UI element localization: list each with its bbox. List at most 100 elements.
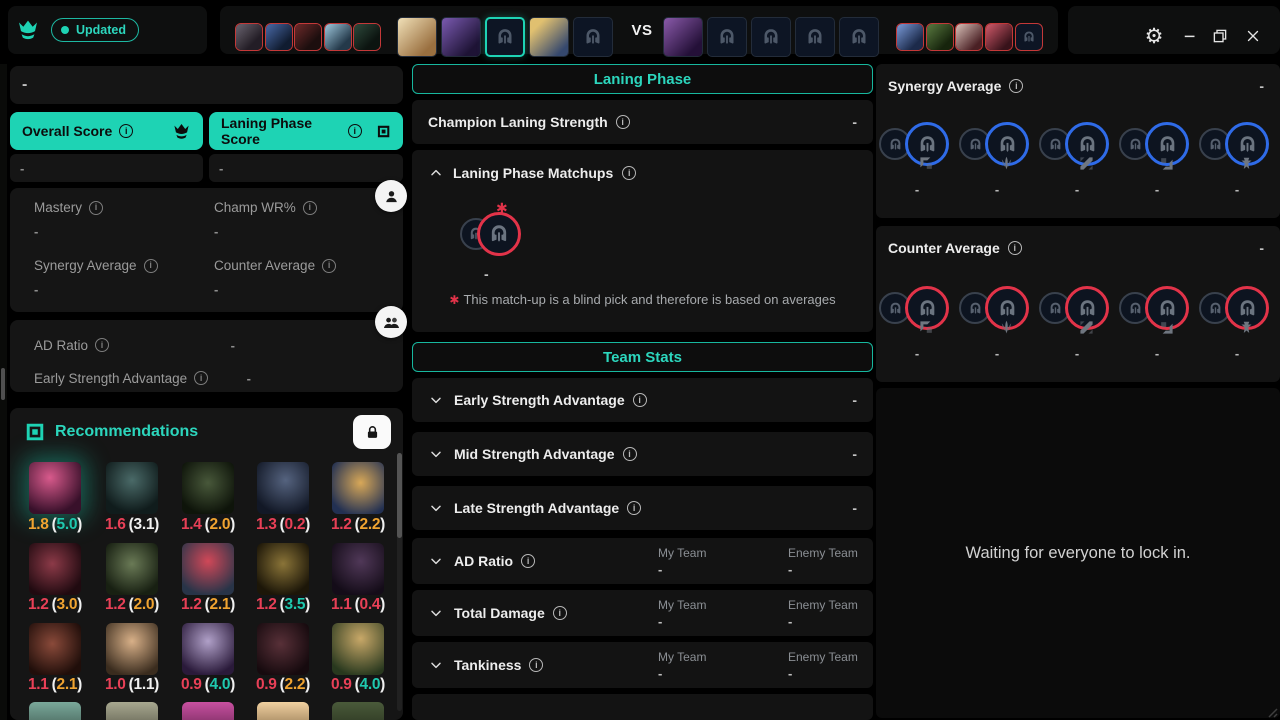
helmet-placeholder-icon — [997, 298, 1018, 319]
recommendation-champion-tile[interactable] — [29, 543, 81, 595]
my-ban-slot-1 — [235, 23, 263, 51]
laning-phase-matchups-header[interactable]: Laning Phase Matchups — [428, 165, 636, 181]
info-icon[interactable] — [633, 393, 647, 407]
recommendation-champion-tile[interactable] — [257, 702, 309, 720]
counter-slot-value: - — [1119, 346, 1195, 361]
enemy-ban-slot-4 — [985, 23, 1013, 51]
close-button[interactable] — [1237, 20, 1269, 52]
info-icon[interactable] — [119, 124, 133, 138]
recommendation-champion-tile[interactable] — [182, 462, 234, 514]
late-strength-advantage-row[interactable]: Late Strength Advantage - — [412, 486, 873, 530]
recommendations-scrollbar-thumb[interactable] — [397, 453, 402, 538]
window-resize-grip[interactable] — [1264, 704, 1278, 718]
recommendation-champion-tile[interactable] — [182, 543, 234, 595]
my-pick-slot-5 — [573, 17, 613, 57]
recommendation-champion-tile[interactable] — [332, 623, 384, 675]
synergy-slot-value: - — [1199, 182, 1275, 197]
recommendation-champion-tile[interactable] — [332, 462, 384, 514]
recommendation-champion-tile[interactable] — [257, 623, 309, 675]
stat-champ-wr: Champ WR% - — [214, 200, 384, 239]
team-ratio-card: AD Ratio - Early Strength Advantage - — [10, 320, 403, 392]
counter-avg-label: Counter Average — [214, 258, 315, 273]
info-icon[interactable] — [144, 259, 158, 273]
status-badge: Updated — [51, 18, 139, 42]
info-icon[interactable] — [616, 115, 630, 129]
lock-recommendations-button[interactable] — [353, 415, 391, 449]
restore-window-button[interactable] — [1204, 20, 1236, 52]
ban-champion-portrait — [266, 24, 292, 50]
tankiness-team-row[interactable]: Tankiness My Team- Enemy Team- — [412, 642, 873, 688]
info-icon[interactable] — [1009, 79, 1023, 93]
my-pick-slot-1 — [397, 17, 437, 57]
recommendation-score: 0.9(4.0) — [320, 676, 396, 694]
helmet-placeholder-icon — [1237, 134, 1258, 155]
info-icon[interactable] — [529, 658, 543, 672]
synergy-slot-jungle: - — [959, 120, 1035, 197]
info-icon[interactable] — [89, 201, 103, 215]
info-icon[interactable] — [322, 259, 336, 273]
role-jungle-icon — [999, 156, 1014, 171]
recommendation-champion-tile[interactable] — [106, 462, 158, 514]
info-icon[interactable] — [622, 166, 636, 180]
info-icon[interactable] — [627, 501, 641, 515]
helmet-placeholder-icon — [1048, 137, 1063, 152]
info-icon[interactable] — [194, 371, 208, 385]
ban-champion-portrait — [354, 24, 380, 50]
tankiness-label: Tankiness — [454, 657, 521, 673]
late-strength-advantage-label: Late Strength Advantage — [454, 500, 619, 516]
total-damage-team-row[interactable]: Total Damage My Team- Enemy Team- — [412, 590, 873, 636]
info-icon[interactable] — [623, 447, 637, 461]
minimize-button[interactable] — [1174, 20, 1206, 52]
info-icon[interactable] — [1008, 241, 1022, 255]
champion-laning-strength-label: Champion Laning Strength — [428, 114, 608, 130]
recommendation-champion-tile[interactable] — [332, 702, 384, 720]
recommendation-champion-tile[interactable] — [29, 702, 81, 720]
recommendation-champion-tile[interactable] — [106, 543, 158, 595]
recommendation-champion-tile[interactable] — [106, 702, 158, 720]
ban-champion-portrait — [956, 24, 982, 50]
laning-phase-header: Laning Phase — [412, 64, 873, 94]
recommendation-champion-tile[interactable] — [29, 462, 81, 514]
recommendation-champion-tile[interactable] — [257, 543, 309, 595]
status-badge-label: Updated — [76, 23, 126, 37]
lock-in-waiting-panel: Waiting for everyone to lock in. — [876, 388, 1280, 718]
recommendation-champion-tile[interactable] — [182, 623, 234, 675]
recommendation-champion-tile[interactable] — [182, 702, 234, 720]
recommendation-champion-tile[interactable] — [257, 462, 309, 514]
settings-gear-icon[interactable] — [1138, 20, 1170, 52]
info-icon[interactable] — [348, 124, 362, 138]
early-strength-advantage-row[interactable]: Early Strength Advantage - — [412, 378, 873, 422]
mid-strength-advantage-value: - — [852, 446, 857, 462]
info-icon[interactable] — [95, 338, 109, 352]
stat-counter-avg: Counter Average - — [214, 258, 384, 297]
laning-phase-score-button[interactable]: Laning Phase Score — [209, 112, 403, 150]
my-team-column: My Team- — [658, 642, 788, 688]
team-view-toggle-button[interactable] — [375, 306, 407, 338]
info-icon[interactable] — [303, 201, 317, 215]
recommendation-champion-tile[interactable] — [106, 623, 158, 675]
overall-score-button[interactable]: Overall Score — [10, 112, 203, 150]
mastery-value: - — [34, 224, 204, 239]
team-stats-header: Team Stats — [412, 342, 873, 372]
recommendation-score: 1.4(2.0) — [170, 516, 246, 534]
helmet-placeholder-icon — [495, 27, 515, 47]
my-ban-slot-3 — [294, 23, 322, 51]
synergy-slot-value: - — [1119, 182, 1195, 197]
player-view-toggle-button[interactable] — [375, 180, 407, 212]
info-icon[interactable] — [553, 606, 567, 620]
left-scrollbar-thumb[interactable] — [1, 368, 5, 400]
chevron-up-icon — [428, 165, 444, 181]
recommendation-champion-tile[interactable] — [29, 623, 81, 675]
person-icon — [383, 188, 400, 205]
helmet-placeholder-icon — [888, 137, 903, 152]
matchup-value: - — [484, 266, 489, 282]
recommendation-champion-tile[interactable] — [332, 543, 384, 595]
champ-select-bar: VS — [220, 6, 1058, 54]
chevron-down-icon — [428, 446, 444, 462]
info-icon[interactable] — [521, 554, 535, 568]
mid-strength-advantage-row[interactable]: Mid Strength Advantage - — [412, 432, 873, 476]
ad-ratio-value: - — [231, 338, 235, 353]
ad-ratio-team-row[interactable]: AD Ratio My Team- Enemy Team- — [412, 538, 873, 584]
laning-phase-matchups-card: Laning Phase Matchups ✱ - ✱This match-up… — [412, 150, 873, 332]
counter-slot-mid: - — [1039, 284, 1115, 361]
